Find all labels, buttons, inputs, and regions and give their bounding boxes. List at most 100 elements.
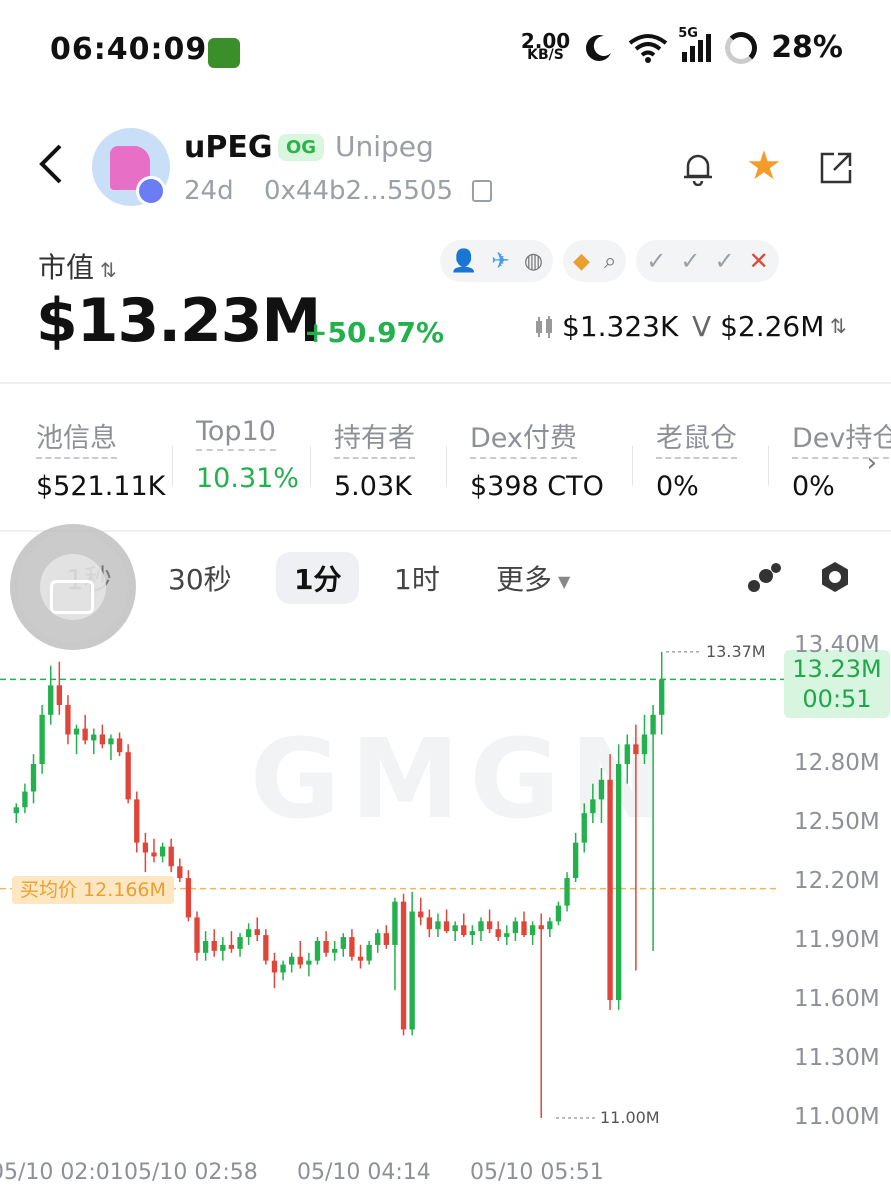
watermark-logo: GMGN <box>250 715 673 843</box>
back-button[interactable] <box>36 142 64 194</box>
stat-label: Dex付费 <box>470 416 577 459</box>
candle-body <box>659 679 665 715</box>
candle-body <box>151 852 157 857</box>
market-cap-change: +50.97% <box>304 316 445 349</box>
sort-icon[interactable]: ⇅ <box>830 314 847 338</box>
candle-body <box>177 866 183 879</box>
x-tick-label: 05/10 02:58 <box>124 1160 258 1185</box>
caret-down-icon: ▼ <box>558 571 571 591</box>
interval-1h[interactable]: 1时 <box>394 558 440 598</box>
candle-body <box>314 941 321 961</box>
cat-icon[interactable]: ◆ <box>573 249 590 274</box>
indicator-icon[interactable] <box>746 560 782 596</box>
market-cap-value: $13.23M <box>36 286 321 356</box>
check-icon: ✓ <box>714 247 735 275</box>
candle-body <box>159 846 166 857</box>
candle-body <box>82 728 88 741</box>
telegram-icon[interactable]: ✈ <box>491 249 509 274</box>
low-price-label: 11.00M <box>600 1108 660 1127</box>
candle-body <box>443 921 450 932</box>
candle-body <box>452 925 458 932</box>
bell-icon[interactable] <box>680 150 716 186</box>
interval-30s[interactable]: 30秒 <box>168 558 232 598</box>
user-icon[interactable]: 👤 <box>450 249 477 274</box>
candle-body <box>538 925 544 930</box>
candle-body <box>237 937 243 949</box>
x-tick-label: 05/10 04:14 <box>297 1160 431 1185</box>
sort-icon: ⇅ <box>100 258 117 282</box>
candle-body <box>400 901 407 1030</box>
y-tick-label: 11.30M <box>794 1045 880 1071</box>
candle-body <box>185 878 192 918</box>
candle-body <box>65 705 71 735</box>
high-price-label: 13.37M <box>706 641 766 661</box>
stat-top10[interactable]: Top10 10.31% <box>196 416 299 494</box>
stat-value: $521.11K <box>36 471 166 502</box>
settings-icon[interactable] <box>818 560 852 594</box>
candle-body <box>340 937 346 949</box>
status-indicators: 2.00 KB/S 5G 28% <box>520 26 843 66</box>
candle-body <box>357 956 364 961</box>
candle-body <box>30 764 37 792</box>
candle-body <box>349 937 355 957</box>
candle-body <box>39 714 45 764</box>
network-type: 5G <box>678 25 698 41</box>
candle-body <box>254 929 260 936</box>
candle-body <box>263 935 269 961</box>
stat-pool-info[interactable]: 池信息 $521.11K <box>36 416 165 502</box>
candle-body <box>418 911 424 918</box>
y-tick-label: 11.00M <box>794 1104 880 1130</box>
copy-icon[interactable] <box>472 180 492 202</box>
candle-body <box>555 905 562 922</box>
moon-icon <box>586 34 612 61</box>
social-pill: 👤 ✈ ◍ <box>440 240 554 282</box>
candle-body <box>529 925 536 936</box>
candle-body <box>228 944 235 949</box>
stat-label: 老鼠仓 <box>656 416 737 459</box>
candle-body <box>461 925 467 936</box>
ethereum-chain-icon <box>136 176 166 206</box>
divider <box>768 446 769 486</box>
social-links: 👤 ✈ ◍ ◆ ⌕ ✓ ✓ ✓ ✕ <box>440 240 779 282</box>
candle-body <box>504 933 510 938</box>
candle-body <box>409 911 415 1030</box>
candle-body <box>48 685 54 715</box>
candle-body <box>512 921 519 934</box>
candle-body <box>366 944 372 961</box>
candle-body <box>99 734 106 745</box>
divider <box>0 382 891 384</box>
candle-body <box>73 728 80 735</box>
candle-body <box>478 921 484 932</box>
interval-more[interactable]: 更多 ▼ <box>496 558 570 598</box>
candle-body <box>495 929 501 938</box>
battery-icon <box>725 31 758 64</box>
chevron-right-icon[interactable]: › <box>867 448 877 478</box>
search-icon[interactable]: ⌕ <box>604 249 616 274</box>
y-tick-label: 11.60M <box>794 986 880 1012</box>
network-speed-value: 2.00 <box>520 28 571 53</box>
globe-icon[interactable]: ◍ <box>524 249 543 274</box>
token-symbol: uPEG <box>184 130 273 165</box>
candle-body <box>572 842 579 879</box>
star-icon[interactable]: ★ <box>746 144 782 188</box>
stat-value: 0% <box>656 471 699 502</box>
stat-insiders[interactable]: 老鼠仓 0% <box>656 416 737 502</box>
token-address[interactable]: 0x44b2...5505 <box>264 176 453 206</box>
candle-body <box>486 921 493 930</box>
candle-countdown: 00:51 <box>802 685 872 713</box>
candle-body <box>220 944 226 951</box>
candle-body <box>134 799 140 843</box>
interval-1m[interactable]: 1分 <box>276 552 360 604</box>
security-checks[interactable]: ✓ ✓ ✓ ✕ <box>636 240 779 282</box>
candle-body <box>211 941 217 951</box>
y-tick-label: 13.40M <box>794 632 880 658</box>
candle-body <box>547 921 553 930</box>
y-tick-label: 11.90M <box>794 927 880 953</box>
market-cap-label[interactable]: 市值 ⇅ <box>38 246 117 286</box>
stat-holders[interactable]: 持有者 5.03K <box>334 416 415 502</box>
candle-body <box>91 734 97 741</box>
stat-dex-paid[interactable]: Dex付费 $398 CTO <box>470 416 604 502</box>
share-icon[interactable] <box>818 150 854 186</box>
current-price: 13.23M <box>792 655 882 683</box>
candle-body <box>13 807 19 814</box>
